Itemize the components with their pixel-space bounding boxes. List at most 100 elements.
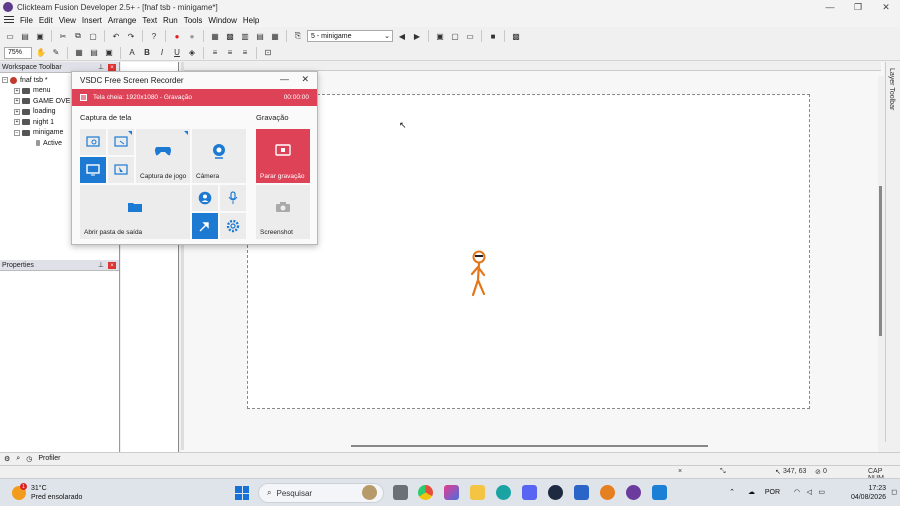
capture-window-button[interactable]: [108, 129, 134, 155]
menu-help[interactable]: Help: [243, 16, 265, 25]
vertical-scrollbar[interactable]: [878, 76, 884, 456]
maximize-button[interactable]: ❐: [844, 0, 872, 14]
copy-icon[interactable]: ⧉: [72, 30, 84, 42]
frame-select[interactable]: 5 - minigame ⌄: [307, 30, 393, 42]
build-icon[interactable]: ▭: [464, 30, 476, 42]
camera-button[interactable]: Câmera: [192, 129, 246, 183]
collapse-icon[interactable]: −: [2, 77, 8, 84]
menu-window[interactable]: Window: [208, 16, 242, 25]
language-indicator[interactable]: POR: [765, 489, 780, 496]
redo-icon[interactable]: ↷: [125, 30, 137, 42]
paint-icon[interactable]: ✎: [50, 47, 62, 59]
clock-icon[interactable]: ◷: [26, 455, 32, 463]
discord-icon[interactable]: [522, 485, 537, 500]
expand-icon[interactable]: +: [14, 108, 20, 115]
menu-text[interactable]: Text: [142, 16, 163, 25]
tray-app-icon[interactable]: ☁: [748, 488, 755, 496]
capture-region-button[interactable]: [80, 129, 106, 155]
app-icon[interactable]: [574, 485, 589, 500]
save-icon[interactable]: ▣: [34, 30, 46, 42]
overlay-webcam-button[interactable]: [192, 185, 218, 211]
clock[interactable]: 17:23 04/08/2026: [851, 484, 886, 502]
pin-icon[interactable]: ⊥: [98, 63, 104, 71]
menu-file[interactable]: File: [20, 16, 39, 25]
font-icon[interactable]: A: [126, 47, 138, 59]
align-center-icon[interactable]: ≡: [224, 47, 236, 59]
edge-icon[interactable]: [496, 485, 511, 500]
close-icon[interactable]: ✕: [301, 74, 309, 85]
file-explorer-icon[interactable]: [470, 485, 485, 500]
blender-icon[interactable]: [600, 485, 615, 500]
scroll-thumb[interactable]: [879, 186, 882, 336]
microphone-button[interactable]: [220, 185, 246, 211]
text-color-icon[interactable]: ◈: [186, 47, 198, 59]
windows-start-icon[interactable]: [235, 486, 249, 500]
wifi-icon[interactable]: ◠: [794, 488, 800, 496]
event-list-icon[interactable]: ▤: [254, 30, 266, 42]
minimize-button[interactable]: —: [816, 0, 844, 14]
debugger-icon[interactable]: ▩: [510, 30, 522, 42]
menu-edit[interactable]: Edit: [39, 16, 59, 25]
stop-icon[interactable]: ●: [186, 30, 198, 42]
frame-editor-icon[interactable]: ▩: [224, 30, 236, 42]
hand-icon[interactable]: ✋: [35, 47, 47, 59]
frame-icon[interactable]: ⎘: [292, 30, 304, 42]
grid-icon[interactable]: ▦: [73, 47, 85, 59]
clickteam-taskbar-icon[interactable]: [626, 485, 641, 500]
next-frame-icon[interactable]: ▶: [411, 30, 423, 42]
notifications-icon[interactable]: ◻: [891, 488, 897, 496]
run-frame-icon[interactable]: ▢: [449, 30, 461, 42]
pin-icon[interactable]: ⊥: [98, 261, 104, 269]
record-icon[interactable]: ●: [171, 30, 183, 42]
layer-toolbar[interactable]: Layer Toolbar: [885, 62, 900, 442]
undo-icon[interactable]: ↶: [110, 30, 122, 42]
volume-icon[interactable]: ◁: [807, 488, 812, 496]
chevron-up-icon[interactable]: ⌃: [729, 488, 735, 496]
horizontal-scrollbar[interactable]: [181, 442, 881, 450]
cut-icon[interactable]: ✂: [57, 30, 69, 42]
stick-figure-sprite[interactable]: [468, 250, 492, 302]
battery-icon[interactable]: ▭: [818, 488, 825, 496]
expand-icon[interactable]: +: [14, 98, 20, 105]
open-output-folder-button[interactable]: Abrir pasta de saída: [80, 185, 190, 239]
menu-arrange[interactable]: Arrange: [108, 16, 142, 25]
capture-object-button[interactable]: [108, 157, 134, 183]
bold-icon[interactable]: B: [141, 47, 153, 59]
chrome-icon[interactable]: [418, 485, 433, 500]
run-application-icon[interactable]: ▣: [434, 30, 446, 42]
paste-icon[interactable]: ▢: [87, 30, 99, 42]
fit-to-window-icon[interactable]: ⊡: [262, 47, 274, 59]
storyboard-icon[interactable]: ▦: [209, 30, 221, 42]
align-right-icon[interactable]: ≡: [239, 47, 251, 59]
close-icon[interactable]: ×: [108, 64, 116, 71]
cursor-effects-button[interactable]: [192, 213, 218, 239]
event-editor-icon[interactable]: ▥: [239, 30, 251, 42]
profiler-tab[interactable]: Profiler: [38, 455, 60, 462]
copilot-icon[interactable]: [444, 485, 459, 500]
settings-icon[interactable]: ⚙: [4, 455, 10, 463]
new-file-icon[interactable]: ▭: [4, 30, 16, 42]
task-view-icon[interactable]: [393, 485, 408, 500]
scroll-thumb[interactable]: [351, 445, 708, 447]
expand-icon[interactable]: +: [14, 119, 20, 126]
stop-recording-button[interactable]: Parar gravação: [256, 129, 310, 183]
vsdc-taskbar-icon[interactable]: [652, 485, 667, 500]
collapse-icon[interactable]: −: [14, 129, 20, 136]
screenshot-button[interactable]: Screenshot: [256, 185, 310, 239]
align-left-icon[interactable]: ≡: [209, 47, 221, 59]
snap-icon[interactable]: ▣: [103, 47, 115, 59]
search-icon[interactable]: ⌕: [16, 455, 20, 463]
menu-insert[interactable]: Insert: [82, 16, 108, 25]
menu-view[interactable]: View: [59, 16, 82, 25]
data-elements-icon[interactable]: ▦: [269, 30, 281, 42]
underline-icon[interactable]: U: [171, 47, 183, 59]
help-icon[interactable]: ?: [148, 30, 160, 42]
frame-canvas[interactable]: [247, 94, 810, 409]
capture-fullscreen-button[interactable]: [80, 157, 106, 183]
system-menu-icon[interactable]: [4, 16, 14, 25]
minimize-icon[interactable]: —: [280, 74, 289, 84]
menu-run[interactable]: Run: [163, 16, 184, 25]
menu-tools[interactable]: Tools: [184, 16, 209, 25]
zoom-select[interactable]: 75%: [4, 46, 32, 59]
stop-run-icon[interactable]: ■: [487, 30, 499, 42]
